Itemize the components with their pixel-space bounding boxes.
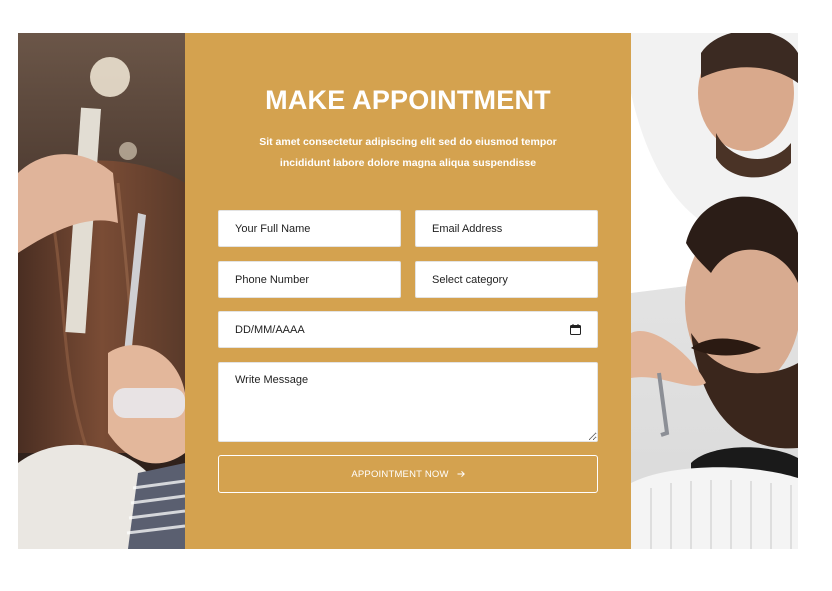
category-select[interactable]: Select category (415, 261, 598, 298)
appointment-submit-button[interactable]: APPOINTMENT NOW (218, 455, 598, 493)
section-title: MAKE APPOINTMENT (265, 85, 551, 115)
appointment-section: MAKE APPOINTMENT Sit amet consectetur ad… (18, 33, 798, 549)
arrow-right-icon (457, 470, 465, 478)
appointment-panel: MAKE APPOINTMENT Sit amet consectetur ad… (185, 33, 631, 549)
section-subtitle: Sit amet consectetur adipiscing elit sed… (259, 136, 557, 169)
submit-button-label: APPOINTMENT NOW (351, 468, 449, 480)
beard-trim-photo (631, 33, 798, 549)
hair-cutting-photo (18, 33, 185, 549)
email-input[interactable] (415, 210, 598, 247)
full-name-input[interactable] (218, 210, 401, 247)
date-input-placeholder: DD/MM/AAAA (235, 323, 305, 336)
phone-input[interactable] (218, 261, 401, 298)
message-textarea[interactable] (218, 362, 598, 442)
category-select-value: Select category (432, 273, 508, 286)
date-input[interactable]: DD/MM/AAAA (218, 311, 598, 348)
calendar-icon[interactable] (570, 324, 581, 335)
